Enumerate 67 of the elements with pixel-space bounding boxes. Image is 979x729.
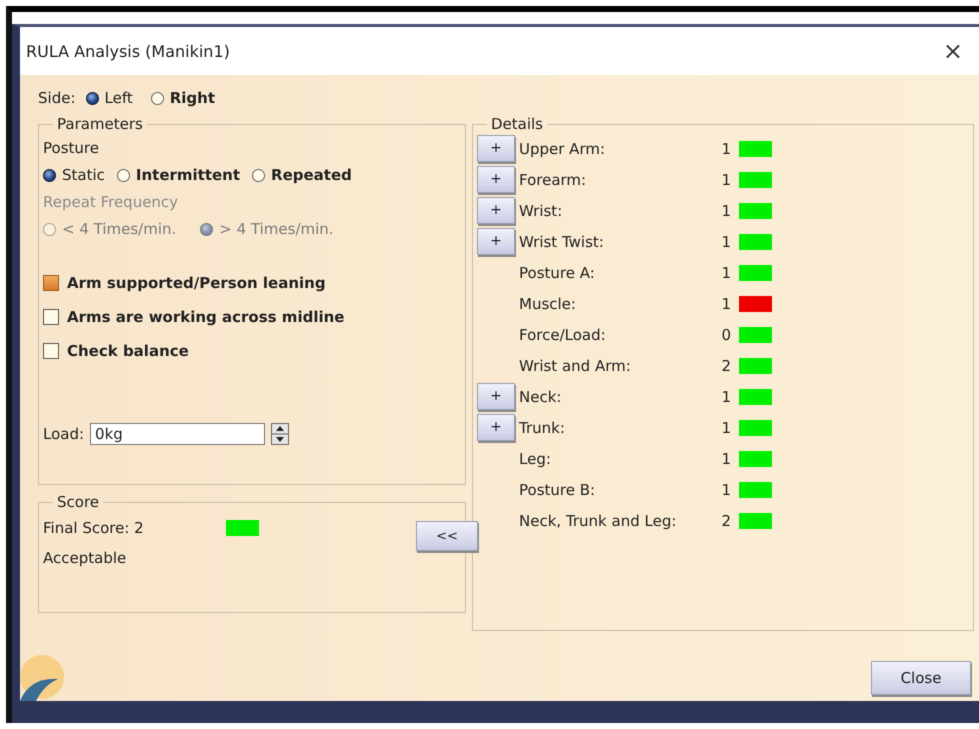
side-option-label: Right [170,89,216,107]
detail-label: Wrist and Arm: [519,356,632,374]
detail-score: 2 [720,356,731,374]
expand-button[interactable]: + [477,414,515,440]
expand-button[interactable]: + [477,382,515,410]
detail-label: Posture B: [519,480,596,498]
detail-label: Wrist Twist: [519,232,605,250]
detail-score: 1 [720,480,731,498]
checkbox-label: Check balance [67,342,189,360]
posture-option-label: Static [62,166,105,184]
detail-score: 1 [720,294,731,312]
detail-label: Wrist: [519,202,564,220]
side-option-label: Left [104,89,133,107]
detail-label: Force/Load: [519,326,607,344]
checkbox[interactable] [43,275,59,291]
radio-button[interactable] [116,168,130,182]
load-field[interactable]: 0kg [90,423,266,445]
expand-button[interactable]: + [477,228,515,254]
radio-button[interactable] [150,92,164,104]
radio-button[interactable] [252,168,266,182]
posture-option-label: Intermittent [136,166,240,184]
load-label: Load: [43,425,84,443]
detail-score: 1 [720,450,731,468]
detail-score: 1 [720,418,731,436]
expand-button[interactable]: + [477,196,515,224]
expand-button[interactable]: + [477,166,515,192]
close-dialog-button[interactable]: Close [871,661,971,695]
posture-option-label: Repeated [271,166,352,184]
final-score: Final Score: 2 [43,519,144,537]
checkbox[interactable] [43,309,59,325]
panel-title: Details [490,115,544,133]
window-title: RULA Analysis (Manikin1) [26,42,230,60]
detail-score: 0 [720,326,731,344]
panel-title: Parameters [56,115,144,133]
detail-label: Upper Arm: [519,140,606,158]
spinner-arrows-icon[interactable] [271,423,290,445]
checkbox[interactable] [43,343,59,359]
detail-score: 1 [720,388,731,406]
detail-label: Neck: [519,388,562,406]
detail-label: Posture A: [519,264,596,282]
radio-button[interactable] [86,92,98,104]
detail-score: 1 [720,202,731,220]
frequency-option-label: > 4 Times/min. [219,220,334,238]
detail-label: Neck, Trunk and Leg: [519,512,678,530]
frequency-option-label: < 4 Times/min. [62,220,176,238]
frequency-label: Repeat Frequency [43,193,180,213]
radio-button[interactable] [200,222,214,236]
radio-button[interactable] [43,222,56,236]
posture-label: Posture [43,139,100,159]
expand-button[interactable]: + [477,134,515,162]
close-button[interactable]: × [936,37,969,65]
checkbox-label: Arms are working across midline [67,308,344,326]
score-verdict: Acceptable [43,549,128,567]
detail-score: 2 [720,512,731,530]
radio-button[interactable] [43,168,56,182]
detail-score: 1 [720,170,731,188]
detail-label: Leg: [519,450,552,468]
collapse-button[interactable]: << [416,521,478,551]
panel-title: Score [56,493,100,511]
side-label: Side: [38,89,76,107]
detail-label: Forearm: [519,170,588,188]
detail-score: 1 [720,140,731,158]
detail-score: 1 [720,264,731,282]
detail-score: 1 [720,232,731,250]
detail-label: Muscle: [519,294,577,312]
checkbox-label: Arm supported/Person leaning [67,274,326,292]
detail-label: Trunk: [519,418,566,436]
